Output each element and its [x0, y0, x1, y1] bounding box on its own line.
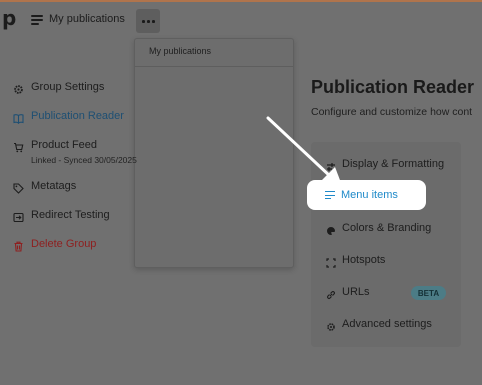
app-logo[interactable]: p [2, 8, 16, 28]
menu-item-label: Redirect Testing [31, 209, 110, 221]
menu-item-group-settings[interactable]: Group Settings [13, 79, 104, 95]
nav-item-display-formatting[interactable]: Display & Formatting [326, 155, 444, 173]
nav-item-label: Display & Formatting [342, 158, 445, 170]
trash-icon [13, 239, 24, 252]
nav-item-label: Advanced settings [342, 318, 432, 330]
nav-item-menu-items[interactable]: Menu items [307, 180, 426, 210]
menu-item-publication-reader[interactable]: Publication Reader [13, 108, 124, 124]
palette-icon [326, 223, 336, 235]
display-icon [326, 159, 336, 171]
page-title: Publication Reader [311, 77, 475, 97]
menu-item-label: Publication Reader [31, 110, 124, 122]
top-bar: p My publications [0, 2, 482, 38]
nav-item-advanced-settings[interactable]: Advanced settings [326, 315, 432, 333]
menu-icon [325, 191, 335, 200]
link-icon [326, 287, 336, 299]
dot-icon [152, 20, 155, 23]
nav-item-label: URLs [342, 286, 370, 298]
dropdown-header: My publications [135, 39, 293, 67]
gear-icon [326, 319, 336, 331]
nav-item-label: Hotspots [342, 254, 386, 266]
beta-badge: BETA [411, 286, 446, 300]
tag-icon [13, 181, 24, 194]
gear-icon [13, 82, 24, 94]
page-subtitle: Configure and customize how cont [311, 106, 473, 118]
menu-item-label: Metatags [31, 180, 77, 192]
nav-item-urls[interactable]: URLs [326, 283, 370, 301]
dot-icon [142, 20, 145, 23]
cart-icon [13, 140, 24, 152]
redirect-icon [13, 210, 24, 222]
nav-item-label: Menu items [341, 189, 398, 201]
product-feed-sync-status: Linked - Synced 30/05/2025 [31, 155, 137, 165]
menu-item-delete-group[interactable]: Delete Group [13, 236, 96, 252]
nav-item-colors-branding[interactable]: Colors & Branding [326, 219, 431, 237]
menu-item-redirect-testing[interactable]: Redirect Testing [13, 207, 110, 223]
dot-icon [147, 20, 150, 23]
nav-item-label: Colors & Branding [342, 222, 432, 234]
group-options-dropdown: My publications [134, 38, 294, 268]
menu-item-label: Delete Group [31, 238, 97, 250]
menu-item-label: Product Feed [31, 139, 98, 151]
more-options-button[interactable] [136, 9, 160, 33]
menu-item-label: Group Settings [31, 81, 105, 93]
menu-item-product-feed[interactable]: Product Feed [13, 137, 97, 153]
breadcrumb[interactable]: My publications [49, 13, 125, 26]
nav-item-hotspots[interactable]: Hotspots [326, 251, 385, 269]
hotspot-icon [326, 255, 336, 268]
menu-item-metatags[interactable]: Metatags [13, 178, 76, 194]
hamburger-icon[interactable] [31, 15, 43, 25]
book-icon [13, 111, 24, 124]
